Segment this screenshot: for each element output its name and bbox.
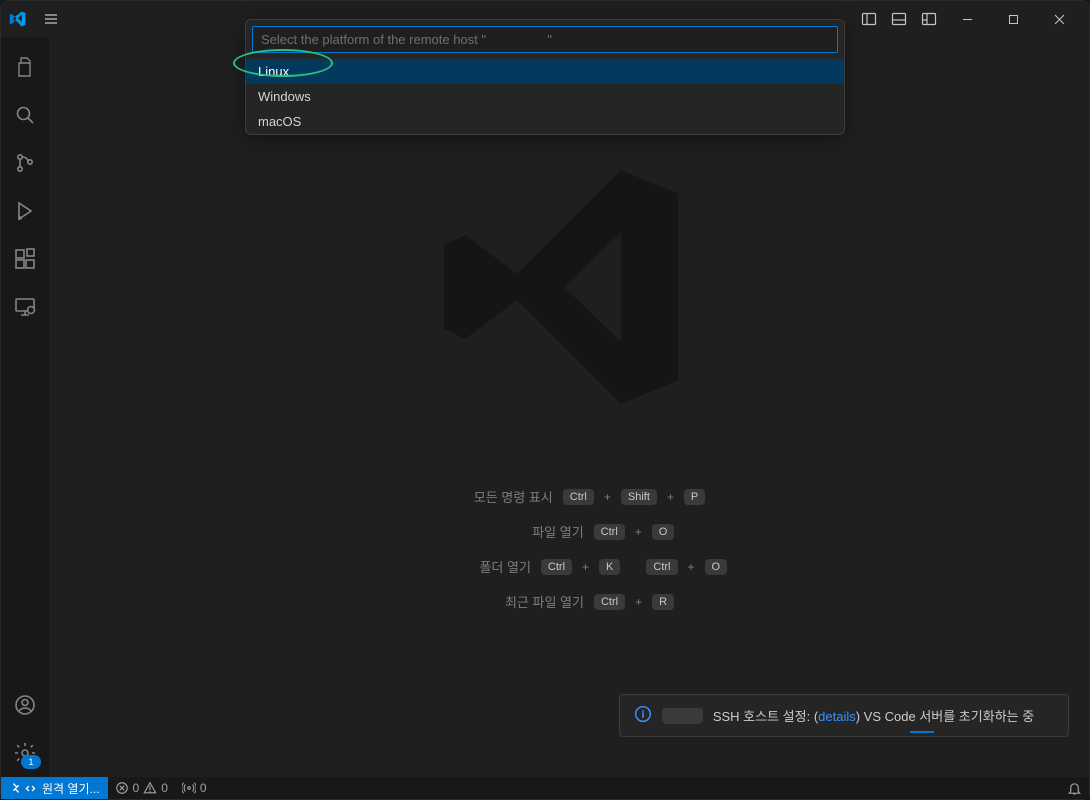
activitybar-settings[interactable] (1, 729, 49, 777)
window-maximize-button[interactable] (991, 4, 1035, 34)
notification-toast[interactable]: ████ SSH 호스트 설정: (details) VS Code 서버를 초… (619, 694, 1069, 737)
info-icon (634, 705, 652, 726)
layout-sidebar-icon[interactable] (855, 5, 883, 33)
activitybar-debug[interactable] (1, 187, 49, 235)
window-minimize-button[interactable] (945, 4, 989, 34)
editor-empty-area: 모든 명령 표시 Ctrl+ Shift+ P 파일 열기 Ctrl+ O 폴더… (49, 37, 1089, 777)
layout-customize-icon[interactable] (915, 5, 943, 33)
key-ctrl: Ctrl (594, 524, 625, 540)
shortcut-label: 최근 파일 열기 (464, 592, 584, 611)
shortcut-open-recent: 최근 파일 열기 Ctrl+ R (464, 592, 674, 611)
key-r: R (652, 594, 674, 610)
shortcut-label: 모든 명령 표시 (433, 487, 553, 506)
window-close-button[interactable] (1037, 4, 1081, 34)
details-link[interactable]: details (818, 709, 856, 724)
vscode-app-icon (9, 10, 27, 28)
app-window: 모든 명령 표시 Ctrl+ Shift+ P 파일 열기 Ctrl+ O 폴더… (0, 0, 1090, 800)
key-o: O (652, 524, 675, 540)
key-ctrl: Ctrl (563, 489, 594, 505)
remote-indicator[interactable]: 원격 열기... (1, 777, 108, 799)
activitybar-scm[interactable] (1, 139, 49, 187)
redacted-host: ████ (662, 708, 703, 723)
vscode-watermark-icon (439, 157, 699, 422)
status-bar: 원격 열기... 0 0 0 (1, 777, 1089, 799)
key-shift: Shift (621, 489, 657, 505)
shortcut-show-commands: 모든 명령 표시 Ctrl+ Shift+ P (433, 487, 706, 506)
key-ctrl: Ctrl (541, 559, 572, 575)
activitybar-remote-explorer[interactable] (1, 283, 49, 331)
welcome-shortcuts: 모든 명령 표시 Ctrl+ Shift+ P 파일 열기 Ctrl+ O 폴더… (49, 487, 1089, 611)
quick-input-field[interactable] (252, 26, 838, 53)
notification-text: SSH 호스트 설정: (details) VS Code 서버를 초기화하는 … (713, 706, 1034, 725)
shortcut-open-file: 파일 열기 Ctrl+ O (464, 522, 675, 541)
quick-option-macos[interactable]: macOS (246, 109, 844, 134)
quick-option-linux[interactable]: Linux (246, 59, 844, 84)
status-ports[interactable]: 0 (175, 777, 214, 799)
key-o: O (705, 559, 728, 575)
menu-button[interactable] (39, 7, 63, 31)
status-problems[interactable]: 0 0 (108, 777, 175, 799)
progress-indicator (910, 731, 934, 733)
activitybar-extensions[interactable] (1, 235, 49, 283)
key-k: K (599, 559, 620, 575)
activitybar-explorer[interactable] (1, 43, 49, 91)
key-p: P (684, 489, 705, 505)
status-notifications-button[interactable] (1060, 781, 1089, 796)
remote-label: 원격 열기... (42, 780, 100, 797)
quick-option-windows[interactable]: Windows (246, 84, 844, 109)
key-ctrl: Ctrl (594, 594, 625, 610)
key-ctrl: Ctrl (646, 559, 677, 575)
activitybar-search[interactable] (1, 91, 49, 139)
shortcut-open-folder: 폴더 열기 Ctrl+ K Ctrl+ O (411, 557, 727, 576)
shortcut-label: 파일 열기 (464, 522, 584, 541)
activitybar-accounts[interactable] (1, 681, 49, 729)
shortcut-label: 폴더 열기 (411, 557, 531, 576)
activity-bar (1, 37, 49, 777)
quick-input-palette: Linux Windows macOS (245, 19, 845, 135)
layout-panel-icon[interactable] (885, 5, 913, 33)
quick-input-list: Linux Windows macOS (246, 59, 844, 134)
